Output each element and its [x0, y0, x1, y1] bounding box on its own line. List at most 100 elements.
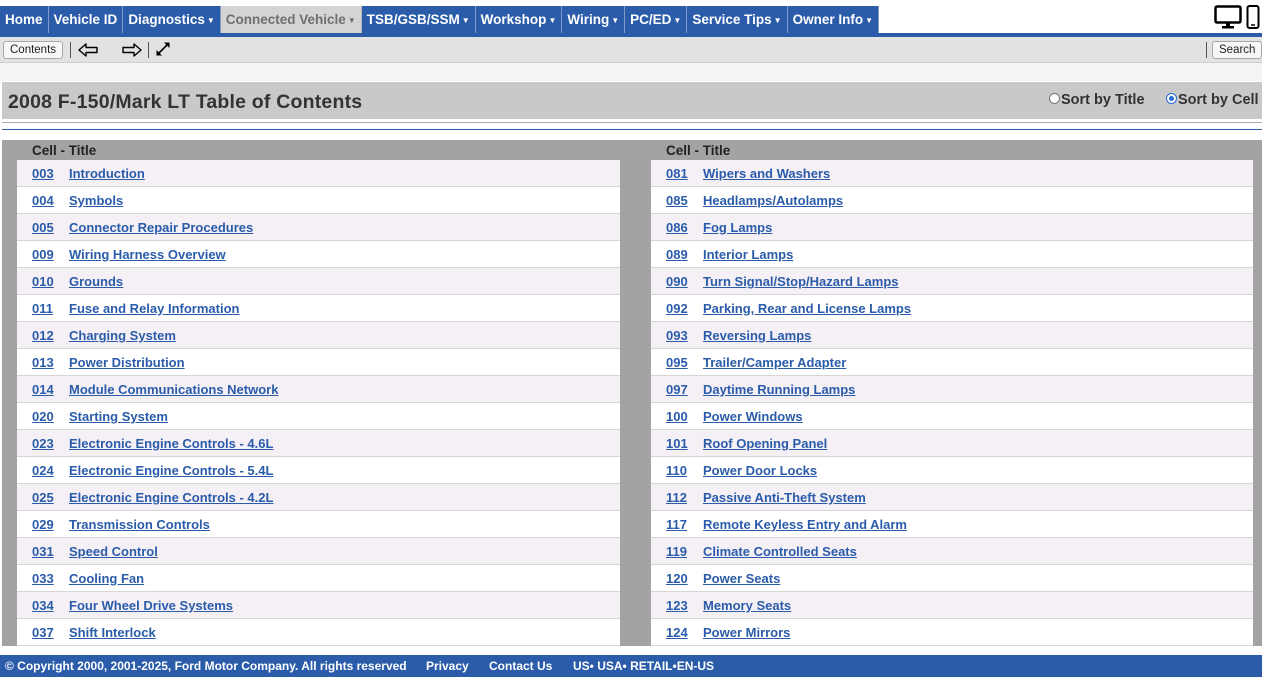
nav-tab-connected-vehicle[interactable]: Connected Vehicle ▼ — [220, 6, 362, 34]
nav-tab-service-tips[interactable]: Service Tips ▼ — [687, 6, 788, 34]
search-button[interactable]: Search — [1212, 41, 1262, 59]
sort-by-cell-option[interactable]: Sort by Cell — [1166, 92, 1259, 108]
cell-title-link[interactable]: Wiring Harness Overview — [69, 241, 226, 268]
contents-button[interactable]: Contents — [3, 41, 64, 59]
cell-number-link[interactable]: 025 — [32, 484, 54, 511]
cell-title-link[interactable]: Memory Seats — [703, 592, 791, 619]
cell-number-link[interactable]: 085 — [666, 187, 688, 214]
nav-tab-vehicle-id[interactable]: Vehicle ID — [48, 6, 124, 34]
cell-title-link[interactable]: Daytime Running Lamps — [703, 376, 855, 403]
cell-number-link[interactable]: 033 — [32, 565, 54, 592]
cell-number-link[interactable]: 020 — [32, 403, 54, 430]
cell-number-link[interactable]: 097 — [666, 376, 688, 403]
cell-title-link[interactable]: Wipers and Washers — [703, 160, 830, 187]
cell-title-link[interactable]: Charging System — [69, 322, 176, 349]
cell-title-link[interactable]: Roof Opening Panel — [703, 430, 827, 457]
cell-number-link[interactable]: 093 — [666, 322, 688, 349]
expand-icon[interactable] — [154, 40, 172, 58]
cell-number-link[interactable]: 089 — [666, 241, 688, 268]
desktop-monitor-icon[interactable] — [1214, 5, 1242, 29]
sort-by-title-radio[interactable] — [1049, 93, 1060, 104]
cell-number-link[interactable]: 029 — [32, 511, 54, 538]
nav-tab-workshop[interactable]: Workshop ▼ — [475, 6, 563, 34]
cell-title-link[interactable]: Cooling Fan — [69, 565, 144, 592]
nav-tab-tsb-gsb-ssm[interactable]: TSB/GSB/SSM ▼ — [361, 6, 476, 34]
cell-number-link[interactable]: 081 — [666, 160, 688, 187]
cell-number-link[interactable]: 110 — [666, 457, 687, 484]
cell-title-link[interactable]: Connector Repair Procedures — [69, 214, 253, 241]
cell-number-link[interactable]: 090 — [666, 268, 688, 295]
cell-number-link[interactable]: 034 — [32, 592, 54, 619]
nav-tab-pc-ed[interactable]: PC/ED ▼ — [625, 6, 688, 34]
cell-title-link[interactable]: Transmission Controls — [69, 511, 210, 538]
cell-number-link[interactable]: 004 — [32, 187, 54, 214]
cell-title-link[interactable]: Power Door Locks — [703, 457, 817, 484]
cell-title-link[interactable]: Remote Keyless Entry and Alarm — [703, 511, 907, 538]
cell-title-link[interactable]: Passive Anti-Theft System — [703, 484, 866, 511]
cell-title-link[interactable]: Power Windows — [703, 403, 803, 430]
cell-title-link[interactable]: Electronic Engine Controls - 4.6L — [69, 430, 273, 457]
sort-by-title-label: Sort by Title — [1061, 92, 1145, 108]
cell-title-link[interactable]: Parking, Rear and License Lamps — [703, 295, 911, 322]
sort-by-cell-radio[interactable] — [1166, 93, 1177, 104]
cell-title-link[interactable]: Module Communications Network — [69, 376, 278, 403]
cell-number-link[interactable]: 012 — [32, 322, 54, 349]
cell-number-link[interactable]: 023 — [32, 430, 54, 457]
cell-title-link[interactable]: Power Seats — [703, 565, 780, 592]
cell-title-link[interactable]: Power Distribution — [69, 349, 185, 376]
cell-title-link[interactable]: Interior Lamps — [703, 241, 793, 268]
forward-arrow-icon[interactable] — [122, 43, 142, 57]
cell-number-link[interactable]: 009 — [32, 241, 54, 268]
cell-number-link[interactable]: 005 — [32, 214, 54, 241]
cell-number-link[interactable]: 112 — [666, 484, 687, 511]
toc-row: 081 Wipers and Washers — [651, 160, 1253, 187]
nav-tab-home[interactable]: Home — [0, 6, 49, 34]
cell-title-link[interactable]: Headlamps/Autolamps — [703, 187, 843, 214]
contact-us-link[interactable]: Contact Us — [489, 655, 552, 677]
cell-number-link[interactable]: 010 — [32, 268, 54, 295]
cell-number-link[interactable]: 013 — [32, 349, 54, 376]
cell-title-link[interactable]: Symbols — [69, 187, 123, 214]
cell-number-link[interactable]: 120 — [666, 565, 688, 592]
toc-row: 085 Headlamps/Autolamps — [651, 187, 1253, 214]
privacy-link[interactable]: Privacy — [426, 655, 469, 677]
cell-number-link[interactable]: 037 — [32, 619, 54, 646]
nav-tab-wiring[interactable]: Wiring ▼ — [562, 6, 626, 34]
cell-number-link[interactable]: 123 — [666, 592, 688, 619]
cell-title-link[interactable]: Fuse and Relay Information — [69, 295, 239, 322]
nav-tab-owner-info[interactable]: Owner Info ▼ — [787, 6, 879, 34]
cell-number-link[interactable]: 092 — [666, 295, 688, 322]
cell-number-link[interactable]: 014 — [32, 376, 54, 403]
cell-title-link[interactable]: Power Mirrors — [703, 619, 790, 646]
cell-number-link[interactable]: 086 — [666, 214, 688, 241]
cell-title-link[interactable]: Four Wheel Drive Systems — [69, 592, 233, 619]
cell-number-link[interactable]: 124 — [666, 619, 688, 646]
cell-title-link[interactable]: Electronic Engine Controls - 5.4L — [69, 457, 273, 484]
cell-number-link[interactable]: 095 — [666, 349, 688, 376]
cell-title-link[interactable]: Starting System — [69, 403, 168, 430]
cell-number-link[interactable]: 024 — [32, 457, 54, 484]
cell-title-link[interactable]: Trailer/Camper Adapter — [703, 349, 846, 376]
cell-title-link[interactable]: Reversing Lamps — [703, 322, 811, 349]
cell-number-link[interactable]: 011 — [32, 295, 53, 322]
cell-title-link[interactable]: Introduction — [69, 160, 145, 187]
nav-tab-diagnostics[interactable]: Diagnostics ▼ — [123, 6, 221, 34]
back-arrow-icon[interactable] — [78, 43, 98, 57]
cell-number-link[interactable]: 003 — [32, 160, 54, 187]
cell-title-link[interactable]: Speed Control — [69, 538, 158, 565]
toc-row: 014 Module Communications Network — [17, 376, 620, 403]
nav-tab-label: Diagnostics — [128, 12, 205, 27]
cell-title-link[interactable]: Shift Interlock — [69, 619, 156, 646]
cell-number-link[interactable]: 101 — [666, 430, 688, 457]
cell-title-link[interactable]: Fog Lamps — [703, 214, 772, 241]
cell-title-link[interactable]: Climate Controlled Seats — [703, 538, 857, 565]
cell-title-link[interactable]: Turn Signal/Stop/Hazard Lamps — [703, 268, 899, 295]
mobile-phone-icon[interactable] — [1246, 5, 1260, 29]
cell-title-link[interactable]: Grounds — [69, 268, 123, 295]
cell-number-link[interactable]: 031 — [32, 538, 54, 565]
sort-by-title-option[interactable]: Sort by Title — [1049, 92, 1145, 108]
cell-number-link[interactable]: 100 — [666, 403, 688, 430]
cell-title-link[interactable]: Electronic Engine Controls - 4.2L — [69, 484, 273, 511]
cell-number-link[interactable]: 117 — [666, 511, 687, 538]
cell-number-link[interactable]: 119 — [666, 538, 687, 565]
